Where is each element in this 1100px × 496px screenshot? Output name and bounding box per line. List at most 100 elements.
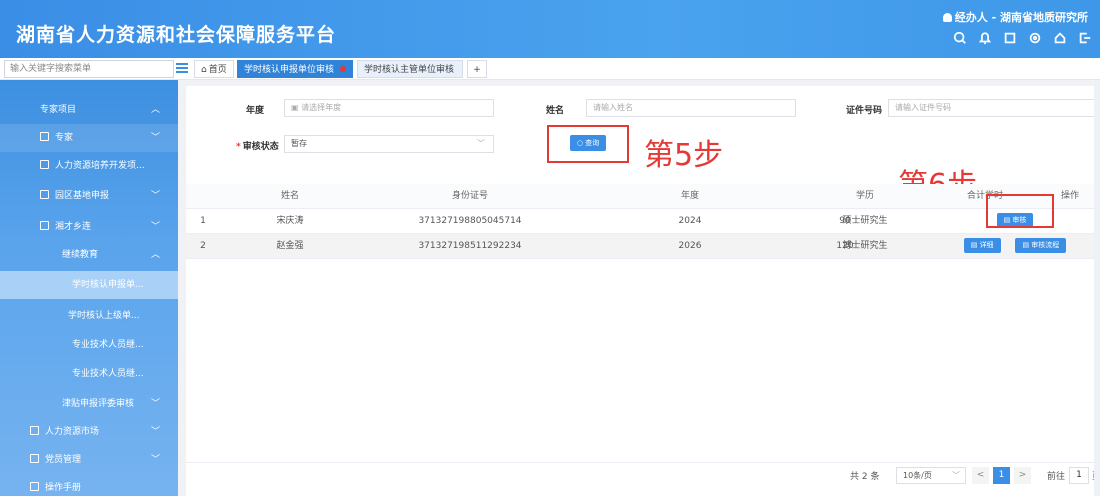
user-name: 经办人 - 湖南省地质研究所	[954, 11, 1088, 24]
screen-icon[interactable]	[1003, 31, 1017, 45]
row-year: 2024	[678, 216, 702, 226]
app-header: 湖南省人力资源和社会保障服务平台 经办人 - 湖南省地质研究所	[0, 0, 1100, 58]
row-index: 2	[200, 241, 206, 251]
message-icon[interactable]	[1028, 31, 1042, 45]
sidebar-item-label: 专家	[55, 133, 74, 143]
chevron-down-icon: ﹀	[150, 427, 160, 437]
sidebar-item-label: 人力资源市场	[45, 427, 100, 437]
sidebar-item-label: 继续教育	[62, 250, 99, 260]
bell-icon[interactable]	[978, 31, 992, 45]
sidebar-item-party-members[interactable]: 党员管理 ﹀	[0, 446, 178, 474]
id-input[interactable]: 请输入证件号码	[888, 99, 1096, 117]
calendar-icon: ▣	[291, 103, 302, 112]
doc-icon	[40, 190, 49, 199]
table-header-row: 姓名 身份证号 年度 学历 合计学时 操作	[186, 184, 1100, 209]
app-title: 湖南省人力资源和社会保障服务平台	[16, 24, 337, 46]
row-id: 371327198805045714	[418, 216, 522, 226]
goto-label: 前往	[1047, 472, 1066, 482]
sidebar-item-label: 专业技术人员继...	[72, 340, 144, 350]
total-count: 共 2 条	[850, 472, 880, 482]
tab-2-label: 学时核认主管单位审核	[364, 65, 455, 75]
table-header-cell: 学历	[855, 191, 874, 201]
table-header-cell: 年度	[680, 191, 699, 201]
sidebar-item-hours-superior[interactable]: 学时核认上级单...	[0, 302, 178, 330]
table-header-cell: 姓名	[280, 191, 299, 201]
query-button[interactable]: ○ 查询	[570, 135, 606, 151]
row-id: 371327198511292234	[418, 241, 522, 251]
user-icon	[942, 13, 952, 22]
prev-page-button[interactable]: <	[972, 467, 989, 484]
sidebar-item-hr-market[interactable]: 人力资源市场 ﹀	[0, 418, 178, 446]
book-icon	[30, 482, 39, 491]
review-flow-button[interactable]: ▤ 审核流程	[1015, 238, 1067, 253]
chevron-down-icon: ﹀	[150, 222, 160, 232]
sidebar-item-park-base[interactable]: 园区基地申报 ﹀	[0, 182, 178, 210]
add-tab-button[interactable]: +	[467, 60, 487, 78]
year-select[interactable]: ▣ 请选择年度	[284, 99, 494, 117]
sidebar-item-continuing-education[interactable]: 继续教育 ︿	[0, 241, 178, 269]
name-input[interactable]: 请输入姓名	[586, 99, 796, 117]
page-size-value: 10条/页	[903, 471, 932, 480]
row-actions: ▤ 详细 ▤ 审核流程	[930, 234, 1100, 259]
row-name: 宋庆涛	[276, 216, 304, 226]
menu-search-input[interactable]: 输入关键字搜索菜单	[4, 60, 174, 78]
sidebar-item-allowance-review[interactable]: 津贴申报评委审核 ﹀	[0, 390, 178, 418]
sidebar-item-label: 人力资源培养开发项...	[55, 161, 145, 171]
required-mark: *	[236, 142, 241, 152]
chevron-up-icon: ︿	[150, 250, 160, 260]
chevron-down-icon: ﹀	[150, 455, 160, 465]
sidebar-item-label: 津贴申报评委审核	[62, 399, 135, 409]
close-tab-icon[interactable]	[340, 66, 347, 72]
row-year: 2026	[678, 241, 702, 251]
table-header-cell	[186, 184, 220, 209]
sidebar-item-xiangcai[interactable]: 湘才乡连 ﹀	[0, 213, 178, 241]
table-header-cell: 身份证号	[451, 191, 488, 201]
chevron-down-icon: ﹀	[150, 133, 160, 143]
sidebar-item-label: 湘才乡连	[55, 222, 92, 232]
sidebar-item-pro-continuing-2[interactable]: 专业技术人员继...	[0, 360, 178, 388]
tab-home[interactable]: ⌂ 首页	[194, 60, 234, 78]
name-label: 姓名	[546, 106, 565, 116]
year-label: 年度	[246, 106, 265, 116]
sidebar-item-expert[interactable]: 专家 ﹀	[0, 124, 178, 152]
search-icon[interactable]	[953, 31, 967, 45]
chevron-down-icon: ﹀	[477, 139, 485, 148]
sidebar-item-label: 专业技术人员继...	[72, 369, 144, 379]
user-info[interactable]: 经办人 - 湖南省地质研究所	[942, 9, 1088, 25]
query-button-label: 查询	[585, 139, 600, 147]
menu-toggle-icon[interactable]	[176, 61, 188, 75]
page-size-select[interactable]: 10条/页 ﹀	[896, 467, 966, 484]
doc-icon: ▤	[970, 241, 980, 249]
goto-page-input[interactable]: 1	[1069, 467, 1089, 484]
detail-button[interactable]: ▤ 详细	[963, 238, 1001, 253]
status-select[interactable]: 暂存 ﹀	[284, 135, 494, 153]
main-content: 年度 ▣ 请选择年度 姓名 请输入姓名 证件号码 请输入证件号码 * 审核状态 暂…	[186, 86, 1100, 496]
doc-icon	[40, 160, 49, 169]
sidebar-item-hours-unit-apply[interactable]: 学时核认申报单...	[0, 271, 178, 299]
sidebar-item-label: 党员管理	[45, 455, 82, 465]
table-row: 1 宋庆涛 371327198805045714 2024 硕士研究生 90 ▤…	[186, 209, 1100, 234]
sidebar-item-hr-training[interactable]: 人力资源培养开发项...	[0, 152, 178, 180]
status-label: * 审核状态	[236, 139, 279, 152]
sidebar-item-manual[interactable]: 操作手册	[0, 474, 178, 496]
chevron-down-icon: ﹀	[952, 471, 960, 480]
home-icon[interactable]	[1053, 31, 1067, 45]
sidebar-item-pro-continuing-1[interactable]: 专业技术人员继...	[0, 331, 178, 359]
row-hours: 90	[839, 216, 851, 226]
sidebar-item-expert-projects[interactable]: 专家项目 ︿	[0, 96, 178, 124]
doc-icon	[40, 221, 49, 230]
review-flow-button-label: 审核流程	[1031, 241, 1060, 249]
next-page-button[interactable]: >	[1014, 467, 1031, 484]
main-scrollbar[interactable]	[1094, 80, 1100, 496]
logout-icon[interactable]	[1078, 31, 1092, 45]
sidebar-item-label: 专家项目	[40, 105, 77, 115]
sidebar: 专家项目 ︿ 专家 ﹀ 人力资源培养开发项... 园区基地申报 ﹀ 湘才乡连 ﹀ 继续教…	[0, 80, 178, 496]
step6-highlight-box	[986, 194, 1054, 228]
page-1-button[interactable]: 1	[993, 467, 1010, 484]
tab-hours-unit-review[interactable]: 学时核认申报单位审核	[237, 60, 353, 78]
chevron-down-icon: ﹀	[150, 191, 160, 201]
tab-home-label: 首页	[208, 65, 227, 75]
tab-bar: 输入关键字搜索菜单 ⌂ 首页 学时核认申报单位审核 学时核认主管单位审核 +	[0, 58, 1100, 80]
tab-hours-supervisor-review[interactable]: 学时核认主管单位审核	[357, 60, 463, 78]
sidebar-item-label: 学时核认申报单...	[72, 280, 144, 290]
